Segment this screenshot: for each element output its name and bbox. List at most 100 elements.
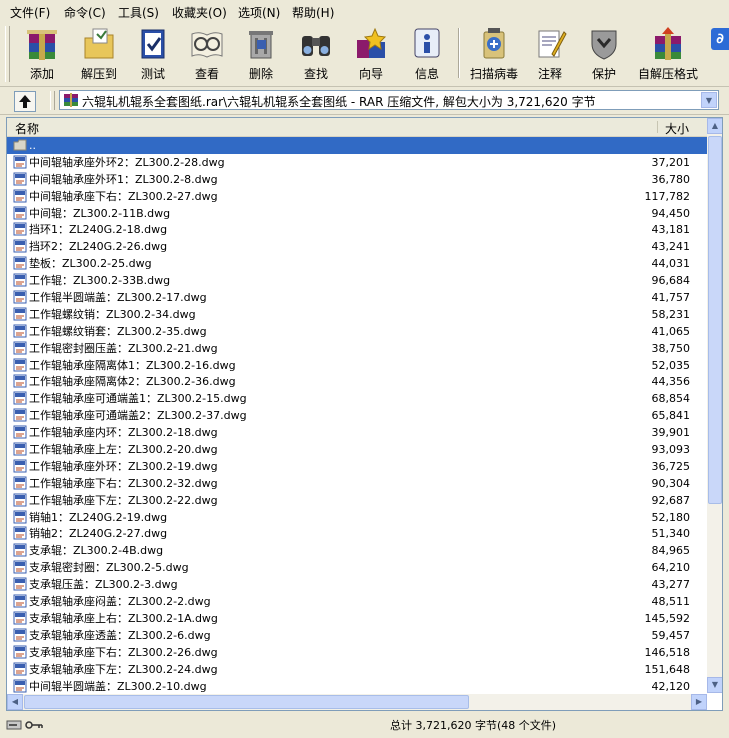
column-header-size[interactable]: 大小 — [665, 120, 689, 137]
file-size: 96,684 — [651, 274, 691, 288]
protect-button[interactable]: 保护 — [582, 24, 626, 84]
file-size: 42,120 — [651, 679, 691, 693]
sfx-button[interactable]: 自解压格式 — [636, 24, 700, 84]
table-row[interactable]: 工作辊：ZL300.2-33B.dwg 96,684 — [7, 272, 707, 289]
scroll-left-button[interactable]: ◀ — [7, 694, 23, 710]
extract-to-button[interactable]: 解压到 — [74, 24, 124, 84]
up-folder-button[interactable] — [14, 91, 36, 112]
file-name: 工作辊轴承座可通端盖2：ZL300.2-37.dwg — [29, 409, 247, 423]
address-field[interactable]: 六辊轧机辊系全套图纸.rar\六辊轧机辊系全套图纸 - RAR 压缩文件, 解包… — [59, 90, 719, 110]
table-row[interactable]: 工作辊轴承座隔离体2：ZL300.2-36.dwg 44,356 — [7, 373, 707, 390]
table-row[interactable]: 工作辊轴承座隔离体1：ZL300.2-16.dwg 52,035 — [7, 357, 707, 374]
wizard-button[interactable]: 向导 — [348, 24, 394, 84]
table-row[interactable]: 挡环2：ZL240G.2-26.dwg 43,241 — [7, 238, 707, 255]
table-row[interactable]: 中间辊轴承座外环1：ZL300.2-8.dwg 36,780 — [7, 171, 707, 188]
file-size: 65,841 — [651, 409, 691, 423]
toolbar-grip[interactable] — [5, 26, 10, 82]
dwg-file-icon — [13, 374, 27, 388]
column-divider[interactable] — [657, 121, 658, 133]
table-row[interactable]: 支承辊密封圈：ZL300.2-5.dwg 64,210 — [7, 559, 707, 576]
file-name: 支承辊密封圈：ZL300.2-5.dwg — [29, 561, 189, 575]
table-row[interactable]: 工作辊轴承座上左：ZL300.2-20.dwg 93,093 — [7, 441, 707, 458]
table-row[interactable]: 销轴2：ZL240G.2-27.dwg 51,340 — [7, 525, 707, 542]
drive-key-icon — [6, 720, 43, 730]
side-link-icon[interactable]: ∂ — [711, 28, 729, 50]
table-row[interactable]: 支承辊轴承座闷盖：ZL300.2-2.dwg 48,511 — [7, 593, 707, 610]
dwg-file-icon — [13, 645, 27, 659]
table-row[interactable]: 支承辊轴承座下右：ZL300.2-26.dwg 146,518 — [7, 644, 707, 661]
delete-button[interactable]: 删除 — [238, 24, 284, 84]
table-row[interactable]: 中间辊半圆端盖：ZL300.2-10.dwg 42,120 — [7, 678, 707, 695]
menu-commands[interactable]: 命令(C) — [64, 4, 106, 21]
table-row[interactable]: 工作辊轴承座下右：ZL300.2-32.dwg 90,304 — [7, 475, 707, 492]
file-name: 工作辊轴承座下左：ZL300.2-22.dwg — [29, 493, 218, 507]
info-button[interactable]: 信息 — [404, 24, 450, 84]
dwg-file-icon — [13, 493, 27, 507]
comment-button[interactable]: 注释 — [528, 24, 572, 84]
scroll-down-button[interactable]: ▼ — [707, 677, 722, 693]
dwg-file-icon — [13, 324, 27, 338]
table-row[interactable]: 工作辊轴承座内环：ZL300.2-18.dwg 39,901 — [7, 424, 707, 441]
table-row[interactable]: 中间辊：ZL300.2-11B.dwg 94,450 — [7, 205, 707, 222]
table-row[interactable]: 工作辊轴承座可通端盖1：ZL300.2-15.dwg 68,854 — [7, 390, 707, 407]
vertical-scrollbar[interactable]: ▲ ▼ — [707, 118, 722, 693]
menu-options[interactable]: 选项(N) — [238, 4, 280, 21]
status-total: 总计 3,721,620 字节(48 个文件) — [390, 719, 557, 732]
file-size: 48,511 — [651, 595, 691, 609]
table-row[interactable]: 支承辊轴承座透盖：ZL300.2-6.dwg 59,457 — [7, 627, 707, 644]
table-row[interactable]: 支承辊轴承座下左：ZL300.2-24.dwg 151,648 — [7, 661, 707, 678]
column-header-name[interactable]: 名称 — [15, 120, 39, 137]
table-row[interactable]: 工作辊螺纹销套：ZL300.2-35.dwg 41,065 — [7, 323, 707, 340]
menu-tools[interactable]: 工具(S) — [118, 4, 159, 21]
file-size: 41,065 — [651, 324, 691, 338]
table-row[interactable]: 中间辊轴承座外环2：ZL300.2-28.dwg 37,201 — [7, 154, 707, 171]
view-icon — [191, 32, 223, 58]
test-button[interactable]: 测试 — [130, 24, 176, 84]
table-row[interactable]: 工作辊轴承座下左：ZL300.2-22.dwg 92,687 — [7, 492, 707, 509]
table-row[interactable]: 中间辊轴承座下右：ZL300.2-27.dwg 117,782 — [7, 188, 707, 205]
dwg-file-icon — [13, 543, 27, 557]
vertical-scroll-thumb[interactable] — [708, 136, 722, 504]
table-row[interactable]: 支承辊：ZL300.2-4B.dwg 84,965 — [7, 542, 707, 559]
parent-folder-row[interactable]: .. — [7, 137, 707, 154]
table-row[interactable]: 工作辊轴承座可通端盖2：ZL300.2-37.dwg 65,841 — [7, 407, 707, 424]
menu-file[interactable]: 文件(F) — [10, 4, 50, 21]
horizontal-scroll-thumb[interactable] — [24, 695, 469, 709]
view-button[interactable]: 查看 — [184, 24, 230, 84]
find-button[interactable]: 查找 — [292, 24, 340, 84]
add-button[interactable]: 添加 — [16, 24, 68, 84]
folder-icon — [13, 139, 27, 151]
file-name: 工作辊轴承座隔离体1：ZL300.2-16.dwg — [29, 358, 236, 372]
file-size: 146,518 — [644, 645, 691, 659]
file-name: 工作辊轴承座上左：ZL300.2-20.dwg — [29, 443, 218, 457]
virus-scan-button[interactable]: 扫描病毒 — [464, 24, 524, 84]
table-row[interactable]: 支承辊压盖：ZL300.2-3.dwg 43,277 — [7, 576, 707, 593]
toolbar: 添加 解压到 测试 查看 删除 查找 向导 信息 扫描病毒 注释 保护 自解压格… — [0, 22, 729, 87]
scroll-up-button[interactable]: ▲ — [707, 118, 722, 134]
table-row[interactable]: 工作辊轴承座外环：ZL300.2-19.dwg 36,725 — [7, 458, 707, 475]
address-dropdown-button[interactable]: ▼ — [701, 92, 717, 108]
virus-scan-icon — [483, 28, 505, 59]
table-row[interactable]: 工作辊密封圈压盖：ZL300.2-21.dwg 38,750 — [7, 340, 707, 357]
file-size: 117,782 — [644, 189, 691, 203]
table-row[interactable]: 工作辊半圆端盖：ZL300.2-17.dwg 41,757 — [7, 289, 707, 306]
chevron-left-icon: ◀ — [11, 697, 19, 706]
table-row[interactable]: 工作辊螺纹销：ZL300.2-34.dwg 58,231 — [7, 306, 707, 323]
file-name: 工作辊螺纹销套：ZL300.2-35.dwg — [29, 324, 207, 338]
file-size: 52,180 — [651, 510, 691, 524]
table-row[interactable]: 垫板：ZL300.2-25.dwg 44,031 — [7, 255, 707, 272]
file-size: 43,181 — [651, 223, 691, 237]
table-row[interactable]: 销轴1：ZL240G.2-19.dwg 52,180 — [7, 509, 707, 526]
horizontal-scrollbar[interactable]: ◀ ▶ — [7, 694, 707, 710]
file-name: 工作辊轴承座内环：ZL300.2-18.dwg — [29, 426, 218, 440]
dwg-file-icon — [13, 206, 27, 220]
scroll-right-button[interactable]: ▶ — [691, 694, 707, 710]
table-row[interactable]: 挡环1：ZL240G.2-18.dwg 43,181 — [7, 221, 707, 238]
file-name: .. — [29, 139, 36, 152]
menu-favorites[interactable]: 收藏夹(O) — [172, 4, 227, 21]
menu-help[interactable]: 帮助(H) — [292, 4, 334, 21]
file-name: 工作辊螺纹销：ZL300.2-34.dwg — [29, 307, 196, 321]
address-grip[interactable] — [50, 91, 55, 110]
file-name: 销轴2：ZL240G.2-27.dwg — [29, 527, 168, 541]
table-row[interactable]: 支承辊轴承座上右：ZL300.2-1A.dwg 145,592 — [7, 610, 707, 627]
